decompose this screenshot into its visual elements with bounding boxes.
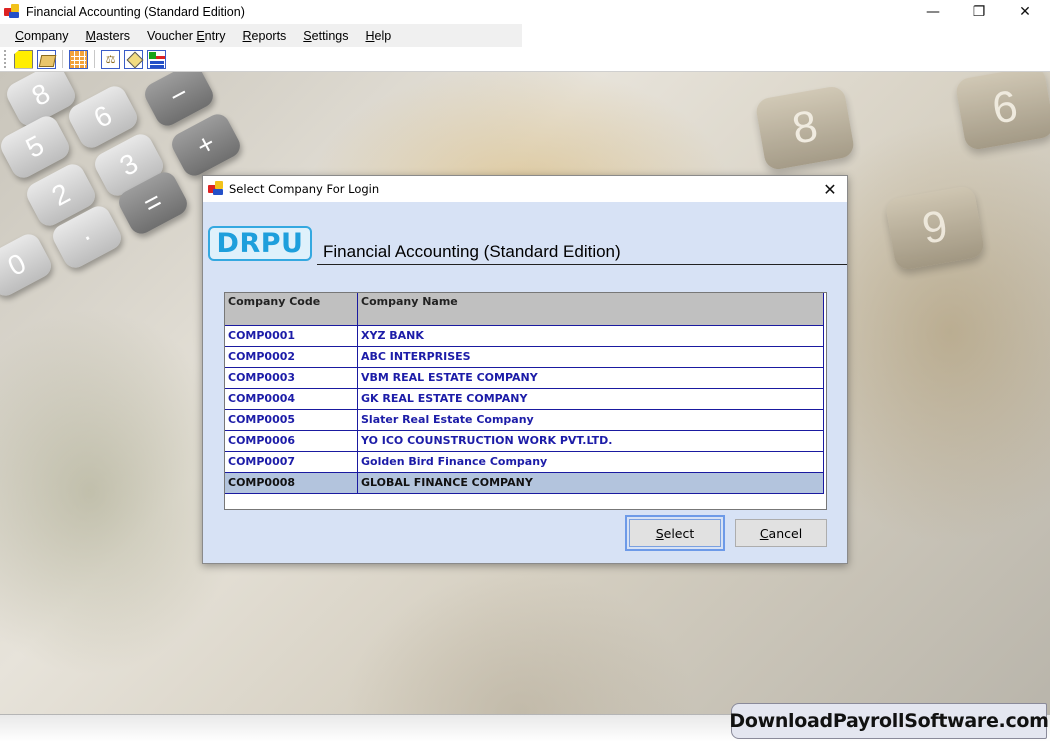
button-label: elect — [663, 525, 695, 541]
table-row[interactable]: COMP0002 ABC INTERPRISES — [225, 347, 824, 368]
menu-bar: Company Masters Voucher Entry Reports Se… — [0, 24, 522, 47]
minimize-button[interactable]: — — [910, 0, 956, 24]
company-name-cell: VBM REAL ESTATE COMPANY — [358, 368, 824, 388]
menu-settings[interactable]: Settings — [296, 29, 355, 43]
grid-rows: COMP0001 XYZ BANK COMP0002 ABC INTERPRISES… — [225, 326, 824, 494]
menu-label: asters — [95, 28, 130, 43]
company-grid[interactable]: Company Code Company Name COMP0001 XYZ BA… — [224, 292, 827, 510]
menu-reports[interactable]: Reports — [236, 29, 294, 43]
toolbar-grip[interactable] — [4, 50, 7, 68]
column-header-company-name[interactable]: Company Name — [358, 293, 824, 325]
menu-label: ompany — [24, 28, 69, 43]
dialog-titlebar[interactable]: Select Company For Login ✕ — [203, 176, 847, 202]
menu-label: Voucher — [146, 28, 197, 43]
dialog-title: Select Company For Login — [229, 182, 380, 196]
button-label: ancel — [768, 525, 803, 541]
menu-label: elp — [374, 28, 392, 43]
company-code-cell: COMP0007 — [225, 452, 358, 472]
table-row[interactable]: COMP0003 VBM REAL ESTATE COMPANY — [225, 368, 824, 389]
cancel-button[interactable]: Cancel — [735, 519, 827, 547]
calculator-key: 0 — [0, 230, 56, 300]
company-name-cell: Golden Bird Finance Company — [358, 452, 824, 472]
menu-mnemonic: S — [303, 28, 312, 43]
logo-text: DRPU — [216, 228, 304, 259]
table-row[interactable]: COMP0001 XYZ BANK — [225, 326, 824, 347]
company-name-cell: YO ICO COUNSTRUCTION WORK PVT.LTD. — [358, 431, 824, 451]
company-code-cell: COMP0004 — [225, 389, 358, 409]
add-row-icon[interactable] — [147, 49, 166, 69]
select-company-dialog: Select Company For Login ✕ DRPU Financia… — [202, 175, 848, 564]
toolbar-separator — [94, 50, 95, 68]
toolbar: ⚖ — [0, 47, 1050, 72]
background-key: 9 — [884, 184, 986, 272]
app-icon — [207, 180, 225, 198]
menu-label: ntry — [204, 28, 226, 43]
watermark-banner: DownloadPayrollSoftware.com — [729, 703, 1049, 739]
background-key: 8 — [754, 84, 856, 172]
drpu-logo: DRPU — [208, 226, 312, 261]
menu-company[interactable]: Company — [8, 29, 76, 43]
company-name-cell: XYZ BANK — [358, 326, 824, 346]
grid-table-icon[interactable] — [69, 49, 88, 69]
menu-masters[interactable]: Masters — [79, 29, 137, 43]
company-name-cell: ABC INTERPRISES — [358, 347, 824, 367]
menu-bar-filler — [522, 24, 1050, 47]
company-code-cell: COMP0003 — [225, 368, 358, 388]
background-key: 6 — [954, 72, 1050, 152]
company-name-cell: GK REAL ESTATE COMPANY — [358, 389, 824, 409]
company-name-cell: GLOBAL FINANCE COMPANY — [358, 473, 824, 493]
company-code-cell: COMP0002 — [225, 347, 358, 367]
select-button[interactable]: Select — [625, 515, 725, 551]
app-icon — [3, 3, 21, 21]
table-row[interactable]: COMP0007 Golden Bird Finance Company — [225, 452, 824, 473]
menu-mnemonic: R — [242, 28, 252, 43]
restore-button[interactable]: ❐ — [956, 0, 1002, 24]
column-header-company-code[interactable]: Company Code — [225, 293, 358, 325]
company-name-cell: Slater Real Estate Company — [358, 410, 824, 430]
balance-scale-icon[interactable]: ⚖ — [101, 49, 120, 69]
button-mnemonic: C — [759, 525, 769, 541]
table-row[interactable]: COMP0006 YO ICO COUNSTRUCTION WORK PVT.LT… — [225, 431, 824, 452]
window-titlebar: Financial Accounting (Standard Edition) … — [0, 0, 1050, 24]
dialog-close-button[interactable]: ✕ — [819, 178, 841, 200]
company-code-cell: COMP0006 — [225, 431, 358, 451]
menu-label: eports — [251, 28, 287, 43]
button-mnemonic: S — [655, 525, 664, 541]
menu-mnemonic: M — [85, 28, 96, 43]
toolbar-separator — [62, 50, 63, 68]
menu-mnemonic: H — [365, 28, 375, 43]
company-code-cell: COMP0001 — [225, 326, 358, 346]
grid-header: Company Code Company Name — [225, 293, 824, 326]
menu-mnemonic: E — [196, 28, 205, 43]
window-title: Financial Accounting (Standard Edition) — [26, 5, 245, 19]
menu-help[interactable]: Help — [358, 29, 398, 43]
table-row[interactable]: COMP0005 Slater Real Estate Company — [225, 410, 824, 431]
title-underline — [317, 264, 847, 265]
company-code-cell: COMP0008 — [225, 473, 358, 493]
open-folder-icon[interactable] — [37, 49, 56, 69]
company-code-cell: COMP0005 — [225, 410, 358, 430]
new-document-icon[interactable] — [14, 49, 33, 69]
table-row[interactable]: COMP0004 GK REAL ESTATE COMPANY — [225, 389, 824, 410]
menu-voucher-entry[interactable]: Voucher Entry — [140, 29, 233, 43]
menu-mnemonic: C — [15, 28, 25, 43]
menu-label: ettings — [311, 28, 349, 43]
product-title: Financial Accounting (Standard Edition) — [323, 242, 621, 261]
voucher-diamond-icon[interactable] — [124, 49, 143, 69]
table-row-selected[interactable]: COMP0008 GLOBAL FINANCE COMPANY — [225, 473, 824, 494]
close-button[interactable]: ✕ — [1002, 0, 1048, 24]
